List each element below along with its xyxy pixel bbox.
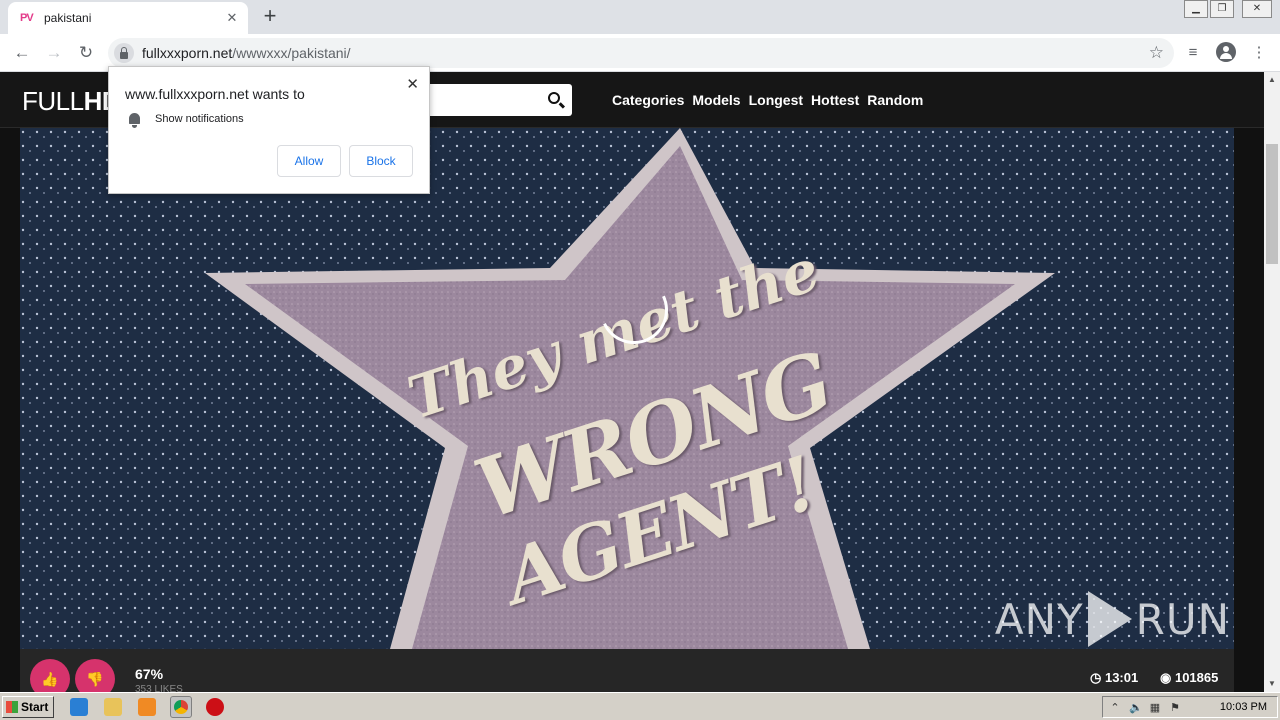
lock-icon[interactable]: [114, 43, 134, 63]
minimize-button[interactable]: ▁: [1184, 0, 1208, 18]
menu-kebab-icon[interactable]: ⋮: [1248, 42, 1270, 64]
back-button[interactable]: ←: [8, 40, 36, 66]
windows-flag-icon: [6, 701, 18, 713]
duration-display: ◷ 13:01: [1090, 670, 1138, 686]
site-search-input[interactable]: [420, 84, 572, 116]
address-bar[interactable]: fullxxxporn.net/wwwxxx/pakistani/ ☆: [108, 38, 1174, 68]
thumbs-down-button[interactable]: 👎: [75, 659, 115, 692]
scroll-down-arrow-icon[interactable]: ▼: [1264, 676, 1280, 692]
duration-value: 13:01: [1104, 670, 1139, 685]
url-host: fullxxxporn.net: [142, 45, 233, 61]
tab-title: pakistani: [44, 11, 92, 25]
taskbar-clock[interactable]: 10:03 PM: [1220, 701, 1267, 713]
url-text: fullxxxporn.net/wwwxxx/pakistani/: [142, 45, 351, 61]
explorer-folder-icon[interactable]: [104, 698, 122, 716]
media-player-icon[interactable]: [138, 698, 156, 716]
play-triangle-icon: [1087, 591, 1132, 647]
search-icon[interactable]: [548, 92, 560, 104]
nav-longest[interactable]: Longest: [749, 92, 803, 108]
security-alert-icon[interactable]: [206, 698, 224, 716]
nav-random[interactable]: Random: [867, 92, 923, 108]
scroll-thumb[interactable]: [1266, 144, 1278, 264]
block-button[interactable]: Block: [349, 145, 413, 177]
tab-strip: PV pakistani ✕ + ▁ ❐ ✕: [0, 0, 1280, 34]
thumbs-up-button[interactable]: 👍: [30, 659, 70, 692]
tab-close-icon[interactable]: ✕: [224, 10, 240, 26]
system-tray: ⌃ 🔈 ▦ ⚑ 10:03 PM: [1102, 696, 1278, 718]
profile-avatar-icon[interactable]: [1216, 42, 1236, 62]
notification-permission-dialog: www.fullxxxporn.net wants to ✕ Show noti…: [108, 66, 430, 194]
views-value: 101865: [1174, 670, 1219, 685]
tray-expand-icon[interactable]: ⌃: [1109, 702, 1121, 714]
chrome-taskbar-button[interactable]: [170, 696, 192, 718]
site-nav: Categories Models Longest Hottest Random: [612, 92, 923, 108]
ie-icon[interactable]: [70, 698, 88, 716]
close-window-button[interactable]: ✕: [1242, 0, 1272, 18]
media-control-icon[interactable]: ≡: [1182, 42, 1204, 64]
allow-button[interactable]: Allow: [277, 145, 341, 177]
action-center-flag-icon[interactable]: ⚑: [1169, 702, 1181, 714]
eye-icon: ◉: [1160, 670, 1175, 685]
volume-icon[interactable]: 🔈: [1129, 702, 1143, 714]
url-path: /wwwxxx/pakistani/: [232, 45, 351, 61]
popup-close-icon[interactable]: ✕: [406, 75, 419, 93]
reload-button[interactable]: ↻: [72, 40, 100, 66]
nav-categories[interactable]: Categories: [612, 92, 684, 108]
forward-button[interactable]: →: [40, 40, 68, 66]
watermark-left: ANY: [994, 594, 1084, 644]
chrome-icon: [174, 700, 188, 714]
likes-count: 353 LIKES: [135, 684, 183, 692]
views-display: ◉ 101865: [1160, 670, 1218, 686]
windows-taskbar: Start ⌃ 🔈 ▦ ⚑ 10:03 PM: [0, 692, 1280, 720]
video-player[interactable]: They met the WRONG AGENT! ANY RUN: [20, 128, 1234, 649]
nav-hottest[interactable]: Hottest: [811, 92, 859, 108]
network-icon[interactable]: ▦: [1149, 702, 1161, 714]
scroll-up-arrow-icon[interactable]: ▲: [1264, 72, 1280, 88]
site-logo[interactable]: FULLHD: [22, 86, 121, 117]
favicon-icon: PV: [20, 12, 34, 24]
rating-percent: 67%: [135, 666, 164, 682]
nav-models[interactable]: Models: [692, 92, 740, 108]
bell-icon: [129, 113, 140, 128]
start-label: Start: [21, 700, 49, 714]
bookmark-star-icon[interactable]: ☆: [1149, 43, 1164, 63]
start-button[interactable]: Start: [2, 696, 54, 718]
logo-light: FULL: [22, 86, 84, 116]
popup-title: www.fullxxxporn.net wants to: [125, 86, 305, 102]
page-scrollbar[interactable]: ▲ ▼: [1264, 72, 1280, 692]
browser-tab[interactable]: PV pakistani ✕: [8, 2, 248, 34]
maximize-button[interactable]: ❐: [1210, 0, 1234, 18]
permission-text: Show notifications: [155, 113, 244, 125]
clock-icon: ◷: [1090, 670, 1105, 685]
anyrun-watermark: ANY RUN: [995, 591, 1230, 647]
watermark-right: RUN: [1135, 594, 1230, 644]
video-info-bar: 👍 👎 67% 353 LIKES ◷ 13:01 ◉ 101865: [20, 649, 1234, 692]
new-tab-button[interactable]: +: [258, 5, 282, 29]
